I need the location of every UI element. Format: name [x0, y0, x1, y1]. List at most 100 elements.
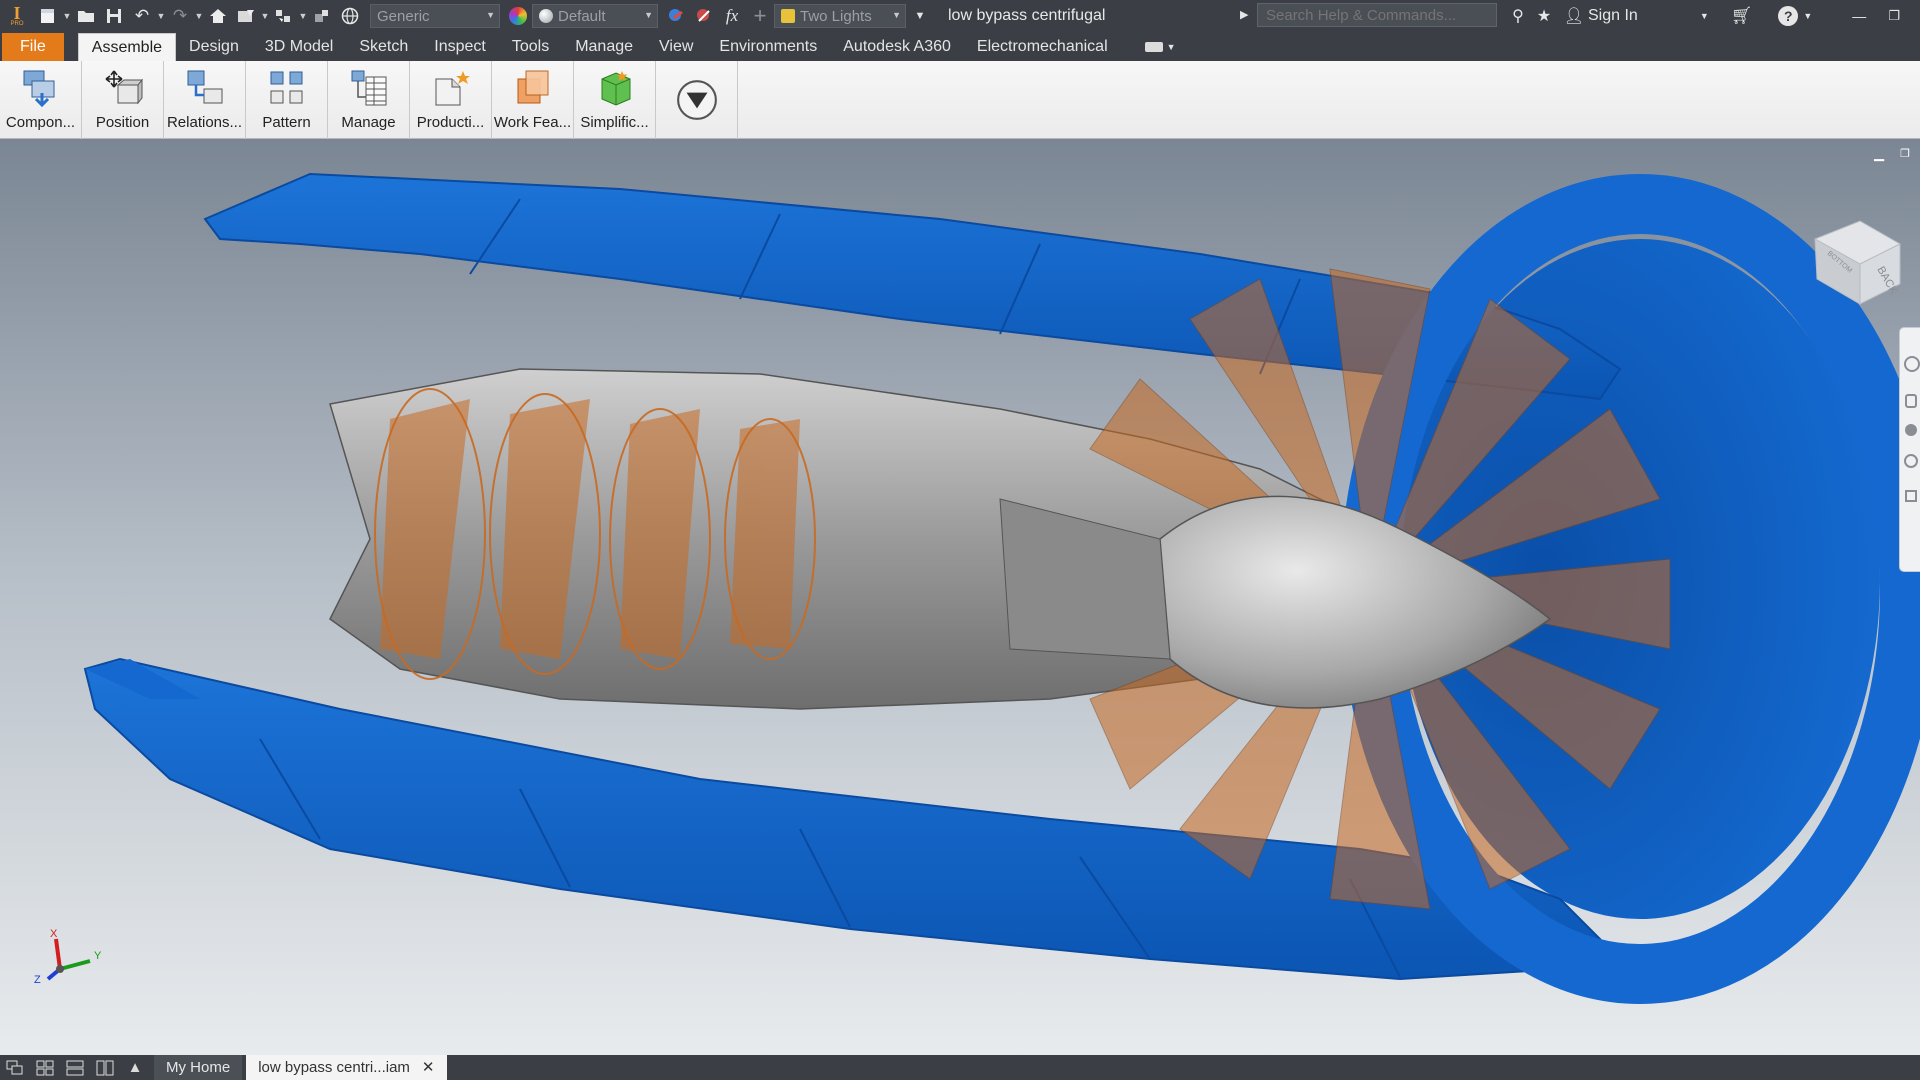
ribbon-minimize-icon[interactable]	[1144, 42, 1163, 52]
tab-inspect[interactable]: Inspect	[421, 33, 499, 61]
new-file-dropdown-icon[interactable]: ▼	[62, 3, 72, 29]
navigation-bar[interactable]	[1899, 327, 1920, 572]
app-logo[interactable]: I PRO	[0, 0, 34, 32]
graphics-viewport[interactable]: ▁ ❐ BACK BOTTOM X Y Z	[0, 139, 1920, 1055]
steering-wheel-icon[interactable]	[1904, 356, 1920, 372]
tile-vertical-icon[interactable]	[90, 1055, 120, 1080]
manage-button[interactable]: Manage	[328, 61, 410, 139]
favorites-star-icon[interactable]: ★	[1531, 6, 1557, 26]
redo-dropdown-icon[interactable]: ▼	[194, 3, 204, 29]
chevron-down-icon: ▼	[892, 10, 901, 20]
position-button[interactable]: Position	[82, 61, 164, 139]
simplification-button-label: Simplific...	[580, 114, 649, 131]
fx-parameters-icon[interactable]: fx	[718, 3, 746, 29]
expand-up-icon[interactable]: ▲	[120, 1055, 150, 1080]
new-file-icon[interactable]	[34, 3, 62, 29]
engine-model[interactable]	[0, 139, 1920, 1055]
undo-dropdown-icon[interactable]: ▼	[156, 3, 166, 29]
tab-my-home[interactable]: My Home	[154, 1055, 243, 1080]
sign-in-dropdown-icon[interactable]: ▼	[1700, 11, 1709, 21]
tab-view[interactable]: View	[646, 33, 706, 61]
binoculars-icon[interactable]: ⚲	[1505, 6, 1531, 26]
pattern-button[interactable]: Pattern	[246, 61, 328, 139]
help-icon[interactable]: ?	[1778, 6, 1799, 26]
tab-assemble[interactable]: Assemble	[77, 33, 177, 61]
user-icon[interactable]: 👤︎	[1563, 6, 1585, 26]
manage-button-label: Manage	[341, 114, 396, 131]
viewport-restore-icon[interactable]: ❐	[1898, 147, 1912, 161]
clear-appearance-icon[interactable]	[690, 3, 718, 29]
zoom-icon[interactable]	[1905, 424, 1917, 436]
search-input[interactable]	[1257, 3, 1497, 27]
tab-sketch[interactable]: Sketch	[346, 33, 421, 61]
component-button[interactable]: Compon...	[0, 61, 82, 139]
ribbon-expand-button[interactable]	[656, 61, 738, 139]
productivity-button-label: Producti...	[416, 114, 485, 131]
minimize-window-icon[interactable]: —	[1852, 8, 1866, 24]
color-wheel-icon[interactable]	[504, 3, 532, 29]
ribbon-tab-bar: File Assemble Design 3D Model Sketch Ins…	[0, 32, 1920, 61]
bill-of-materials-icon	[351, 70, 386, 106]
work-features-button-label: Work Fea...	[493, 114, 572, 131]
relationships-button[interactable]: Relations...	[164, 61, 246, 139]
tab-file[interactable]: File	[2, 33, 64, 61]
simplification-button[interactable]: Simplific...	[574, 61, 656, 139]
title-expand-arrow-icon[interactable]: ▶	[1240, 8, 1248, 21]
material-combo[interactable]: Generic ▼	[370, 4, 500, 28]
tab-design[interactable]: Design	[176, 33, 252, 61]
relationships-button-label: Relations...	[166, 114, 243, 131]
productivity-button[interactable]: Producti...	[410, 61, 492, 139]
look-at-icon[interactable]	[1905, 490, 1917, 502]
home-icon[interactable]	[204, 3, 232, 29]
customize-quick-access-icon[interactable]: ▼	[906, 3, 934, 29]
document-tab-bar: ▲ My Home low bypass centri...iam ✕	[0, 1055, 1920, 1080]
position-button-label: Position	[95, 114, 150, 131]
select-priority-icon[interactable]	[270, 3, 298, 29]
ribbon-display-options[interactable]: ▼	[1144, 33, 1176, 61]
coordinate-triad: X Y Z	[34, 928, 102, 986]
update-icon[interactable]	[232, 3, 260, 29]
measure-icon[interactable]	[308, 3, 336, 29]
chevron-down-icon: ▼	[486, 10, 495, 20]
sign-in-link[interactable]: Sign In	[1588, 7, 1638, 25]
work-features-button[interactable]: Work Fea...	[492, 61, 574, 139]
viewcube[interactable]: BACK BOTTOM	[1805, 209, 1905, 309]
select-priority-dropdown-icon[interactable]: ▼	[298, 3, 308, 29]
close-icon[interactable]: ✕	[422, 1055, 435, 1080]
save-icon[interactable]	[100, 3, 128, 29]
triad-z-label: Z	[34, 974, 41, 986]
relationships-icon	[187, 70, 222, 104]
appearance-combo[interactable]: Default ▼	[532, 4, 658, 28]
update-dropdown-icon[interactable]: ▼	[260, 3, 270, 29]
pattern-icon	[270, 71, 302, 104]
orbit-icon[interactable]	[1904, 454, 1918, 468]
lighting-combo[interactable]: Two Lights ▼	[774, 4, 906, 28]
tab-active-document[interactable]: low bypass centri...iam ✕	[246, 1055, 447, 1080]
viewport-minimize-icon[interactable]: ▁	[1872, 147, 1886, 161]
pattern-button-label: Pattern	[262, 114, 311, 131]
tab-3d-model[interactable]: 3D Model	[252, 33, 346, 61]
tab-electromechanical[interactable]: Electromechanical	[964, 33, 1121, 61]
globe-icon[interactable]	[336, 3, 364, 29]
redo-icon[interactable]: ↷	[166, 3, 194, 29]
tab-manage[interactable]: Manage	[562, 33, 646, 61]
tile-windows-icon[interactable]	[30, 1055, 60, 1080]
work-features-icon	[517, 70, 548, 104]
adjust-appearance-icon[interactable]	[662, 3, 690, 29]
undo-icon[interactable]: ↶	[128, 3, 156, 29]
pan-icon[interactable]	[1905, 394, 1917, 408]
cascade-windows-icon[interactable]	[0, 1055, 30, 1080]
crosshair-icon[interactable]: +	[746, 3, 774, 29]
open-folder-icon[interactable]	[72, 3, 100, 29]
tab-tools[interactable]: Tools	[499, 33, 562, 61]
productivity-icon	[435, 71, 470, 106]
chevron-down-icon[interactable]: ▼	[1167, 42, 1176, 52]
component-button-label: Compon...	[5, 114, 76, 131]
cart-icon[interactable]: 🛒︎	[1731, 6, 1753, 26]
restore-window-icon[interactable]: ❐	[1888, 8, 1900, 24]
app-logo-sub: PRO	[10, 20, 24, 27]
help-dropdown-icon[interactable]: ▼	[1803, 11, 1812, 21]
tab-environments[interactable]: Environments	[706, 33, 830, 61]
tile-horizontal-icon[interactable]	[60, 1055, 90, 1080]
tab-autodesk-a360[interactable]: Autodesk A360	[830, 33, 964, 61]
